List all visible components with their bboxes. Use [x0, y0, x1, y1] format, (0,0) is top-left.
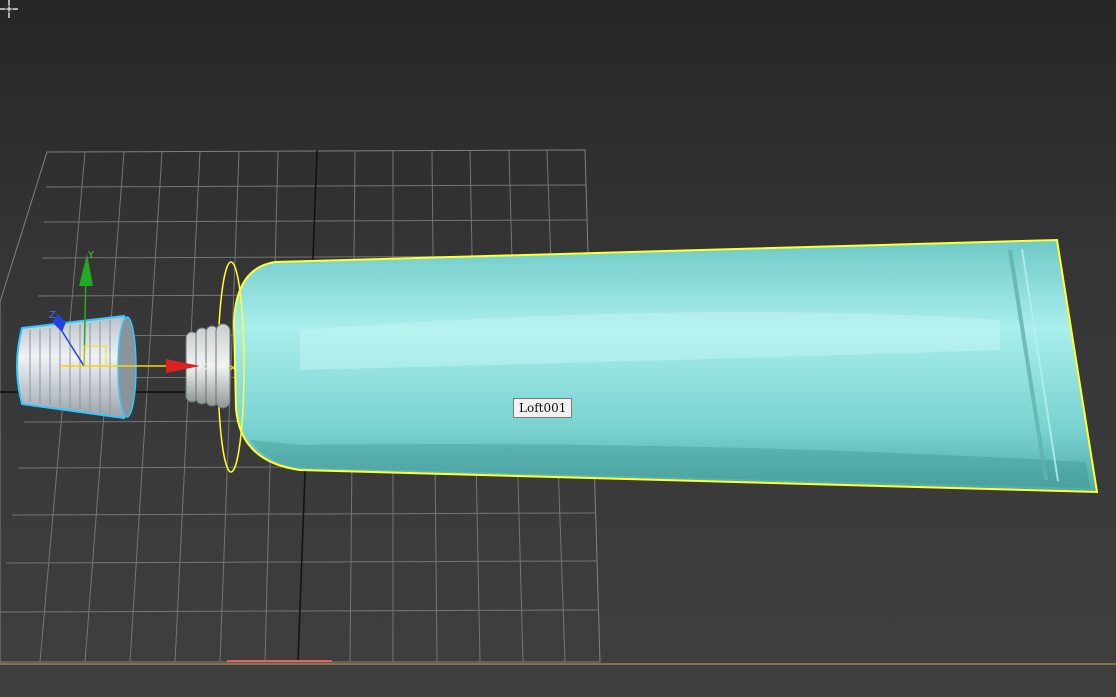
cap-body[interactable]	[16, 314, 133, 420]
gizmo-y-label: Y	[87, 250, 95, 261]
move-cursor-icon	[0, 0, 18, 18]
perspective-viewport[interactable]: × X Y Z Loft001	[0, 0, 1116, 697]
gizmo-z-label: Z	[49, 310, 56, 321]
tube-cap[interactable]	[16, 314, 137, 420]
tube-object[interactable]: ×	[217, 238, 1099, 494]
neck-thread-4	[215, 323, 231, 409]
object-name-tooltip: Loft001	[513, 398, 573, 418]
viewport-canvas[interactable]: × X Y Z	[0, 0, 1116, 697]
gizmo-x-label: X	[201, 362, 208, 373]
cap-rim	[117, 316, 137, 418]
